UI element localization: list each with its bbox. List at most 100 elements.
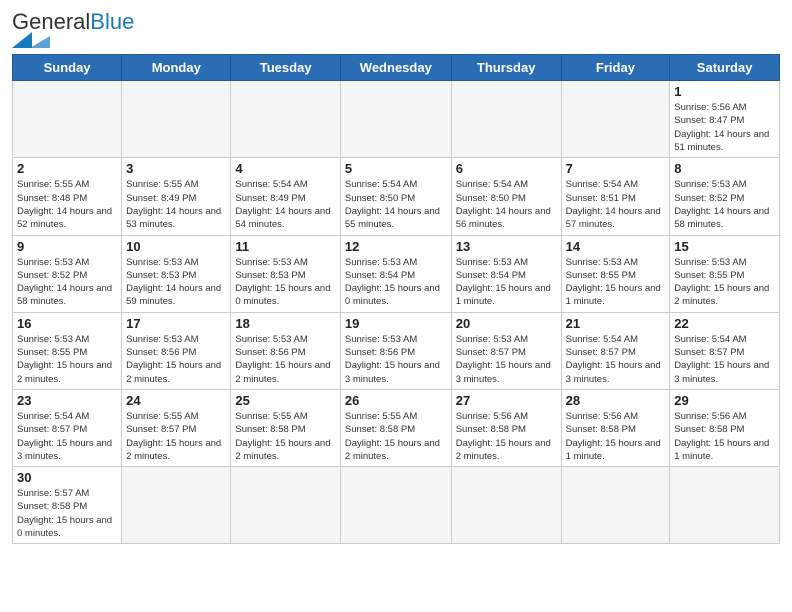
calendar-week-row: 30 Sunrise: 5:57 AM Sunset: 8:58 PM Dayli… — [13, 467, 780, 544]
day-info: Sunrise: 5:53 AM Sunset: 8:53 PM Dayligh… — [126, 256, 226, 309]
calendar-cell — [451, 467, 561, 544]
calendar-cell: 6 Sunrise: 5:54 AM Sunset: 8:50 PM Daylig… — [451, 158, 561, 235]
calendar-cell: 25Sunrise: 5:55 AM Sunset: 8:58 PM Dayli… — [231, 389, 340, 466]
day-number: 8 — [674, 161, 775, 176]
day-number: 18 — [235, 316, 335, 331]
calendar-header-row: SundayMondayTuesdayWednesdayThursdayFrid… — [13, 55, 780, 81]
day-number: 22 — [674, 316, 775, 331]
day-info: Sunrise: 5:54 AM Sunset: 8:51 PM Dayligh… — [566, 178, 666, 231]
col-header-thursday: Thursday — [451, 55, 561, 81]
calendar-cell: 12 Sunrise: 5:53 AM Sunset: 8:54 PM Dayli… — [340, 235, 451, 312]
calendar-cell — [231, 81, 340, 158]
day-number: 12 — [345, 239, 447, 254]
logo-blue: Blue — [90, 9, 134, 34]
day-info: Sunrise: 5:53 AM Sunset: 8:56 PM Dayligh… — [345, 333, 447, 386]
calendar-cell — [231, 467, 340, 544]
day-number: 24 — [126, 393, 226, 408]
calendar-cell: 20 Sunrise: 5:53 AM Sunset: 8:57 PM Dayli… — [451, 312, 561, 389]
col-header-saturday: Saturday — [670, 55, 780, 81]
day-info: Sunrise: 5:55 AM Sunset: 8:48 PM Dayligh… — [17, 178, 117, 231]
day-info: Sunrise: 5:53 AM Sunset: 8:56 PM Dayligh… — [235, 333, 335, 386]
calendar-week-row: 9Sunrise: 5:53 AM Sunset: 8:52 PM Daylig… — [13, 235, 780, 312]
calendar-cell: 28 Sunrise: 5:56 AM Sunset: 8:58 PM Dayli… — [561, 389, 670, 466]
day-number: 23 — [17, 393, 117, 408]
day-info: Sunrise: 5:57 AM Sunset: 8:58 PM Dayligh… — [17, 487, 117, 540]
calendar-cell: 29 Sunrise: 5:56 AM Sunset: 8:58 PM Dayli… — [670, 389, 780, 466]
day-number: 19 — [345, 316, 447, 331]
day-info: Sunrise: 5:55 AM Sunset: 8:57 PM Dayligh… — [126, 410, 226, 463]
calendar-cell: 5Sunrise: 5:54 AM Sunset: 8:50 PM Daylig… — [340, 158, 451, 235]
calendar-cell: 2 Sunrise: 5:55 AM Sunset: 8:48 PM Daylig… — [13, 158, 122, 235]
day-number: 2 — [17, 161, 117, 176]
day-info: Sunrise: 5:53 AM Sunset: 8:55 PM Dayligh… — [674, 256, 775, 309]
day-info: Sunrise: 5:56 AM Sunset: 8:58 PM Dayligh… — [456, 410, 557, 463]
calendar-cell: 10 Sunrise: 5:53 AM Sunset: 8:53 PM Dayli… — [122, 235, 231, 312]
day-number: 16 — [17, 316, 117, 331]
header: GeneralBlue — [12, 10, 780, 48]
day-info: Sunrise: 5:53 AM Sunset: 8:56 PM Dayligh… — [126, 333, 226, 386]
day-number: 4 — [235, 161, 335, 176]
day-info: Sunrise: 5:53 AM Sunset: 8:53 PM Dayligh… — [235, 256, 335, 309]
day-info: Sunrise: 5:54 AM Sunset: 8:50 PM Dayligh… — [456, 178, 557, 231]
calendar-cell — [122, 81, 231, 158]
calendar-week-row: 2 Sunrise: 5:55 AM Sunset: 8:48 PM Daylig… — [13, 158, 780, 235]
logo-text: GeneralBlue — [12, 10, 134, 34]
day-number: 3 — [126, 161, 226, 176]
day-info: Sunrise: 5:53 AM Sunset: 8:55 PM Dayligh… — [566, 256, 666, 309]
day-number: 29 — [674, 393, 775, 408]
calendar-cell: 9Sunrise: 5:53 AM Sunset: 8:52 PM Daylig… — [13, 235, 122, 312]
calendar-cell: 7 Sunrise: 5:54 AM Sunset: 8:51 PM Daylig… — [561, 158, 670, 235]
calendar-cell — [561, 467, 670, 544]
calendar-cell: 4 Sunrise: 5:54 AM Sunset: 8:49 PM Daylig… — [231, 158, 340, 235]
day-number: 21 — [566, 316, 666, 331]
day-number: 27 — [456, 393, 557, 408]
logo: GeneralBlue — [12, 10, 134, 48]
calendar-week-row: 16Sunrise: 5:53 AM Sunset: 8:55 PM Dayli… — [13, 312, 780, 389]
day-info: Sunrise: 5:55 AM Sunset: 8:49 PM Dayligh… — [126, 178, 226, 231]
day-info: Sunrise: 5:56 AM Sunset: 8:58 PM Dayligh… — [674, 410, 775, 463]
calendar-cell — [561, 81, 670, 158]
calendar-cell: 21Sunrise: 5:54 AM Sunset: 8:57 PM Dayli… — [561, 312, 670, 389]
calendar-cell: 17 Sunrise: 5:53 AM Sunset: 8:56 PM Dayli… — [122, 312, 231, 389]
calendar-cell: 14Sunrise: 5:53 AM Sunset: 8:55 PM Dayli… — [561, 235, 670, 312]
day-number: 1 — [674, 84, 775, 99]
day-number: 20 — [456, 316, 557, 331]
day-number: 17 — [126, 316, 226, 331]
calendar-cell: 16Sunrise: 5:53 AM Sunset: 8:55 PM Dayli… — [13, 312, 122, 389]
day-info: Sunrise: 5:56 AM Sunset: 8:58 PM Dayligh… — [566, 410, 666, 463]
col-header-tuesday: Tuesday — [231, 55, 340, 81]
day-number: 28 — [566, 393, 666, 408]
day-info: Sunrise: 5:55 AM Sunset: 8:58 PM Dayligh… — [235, 410, 335, 463]
calendar-cell: 26Sunrise: 5:55 AM Sunset: 8:58 PM Dayli… — [340, 389, 451, 466]
day-info: Sunrise: 5:54 AM Sunset: 8:57 PM Dayligh… — [674, 333, 775, 386]
calendar-cell: 22 Sunrise: 5:54 AM Sunset: 8:57 PM Dayli… — [670, 312, 780, 389]
day-number: 13 — [456, 239, 557, 254]
calendar-cell: 24 Sunrise: 5:55 AM Sunset: 8:57 PM Dayli… — [122, 389, 231, 466]
calendar-cell: 13Sunrise: 5:53 AM Sunset: 8:54 PM Dayli… — [451, 235, 561, 312]
day-info: Sunrise: 5:53 AM Sunset: 8:52 PM Dayligh… — [674, 178, 775, 231]
col-header-wednesday: Wednesday — [340, 55, 451, 81]
day-info: Sunrise: 5:54 AM Sunset: 8:49 PM Dayligh… — [235, 178, 335, 231]
calendar-cell: 27 Sunrise: 5:56 AM Sunset: 8:58 PM Dayli… — [451, 389, 561, 466]
col-header-friday: Friday — [561, 55, 670, 81]
calendar-cell: 15Sunrise: 5:53 AM Sunset: 8:55 PM Dayli… — [670, 235, 780, 312]
day-number: 11 — [235, 239, 335, 254]
calendar-cell: 8 Sunrise: 5:53 AM Sunset: 8:52 PM Daylig… — [670, 158, 780, 235]
calendar-cell: 23 Sunrise: 5:54 AM Sunset: 8:57 PM Dayli… — [13, 389, 122, 466]
day-info: Sunrise: 5:53 AM Sunset: 8:52 PM Dayligh… — [17, 256, 117, 309]
col-header-monday: Monday — [122, 55, 231, 81]
calendar-cell: 30 Sunrise: 5:57 AM Sunset: 8:58 PM Dayli… — [13, 467, 122, 544]
day-number: 26 — [345, 393, 447, 408]
day-number: 10 — [126, 239, 226, 254]
calendar-cell — [122, 467, 231, 544]
calendar-cell: 11 Sunrise: 5:53 AM Sunset: 8:53 PM Dayli… — [231, 235, 340, 312]
day-info: Sunrise: 5:53 AM Sunset: 8:54 PM Dayligh… — [345, 256, 447, 309]
day-number: 7 — [566, 161, 666, 176]
day-number: 30 — [17, 470, 117, 485]
day-info: Sunrise: 5:53 AM Sunset: 8:57 PM Dayligh… — [456, 333, 557, 386]
day-info: Sunrise: 5:54 AM Sunset: 8:57 PM Dayligh… — [17, 410, 117, 463]
day-number: 6 — [456, 161, 557, 176]
calendar-cell: 1Sunrise: 5:56 AM Sunset: 8:47 PM Daylig… — [670, 81, 780, 158]
calendar-cell — [340, 467, 451, 544]
logo-icon — [12, 32, 50, 48]
